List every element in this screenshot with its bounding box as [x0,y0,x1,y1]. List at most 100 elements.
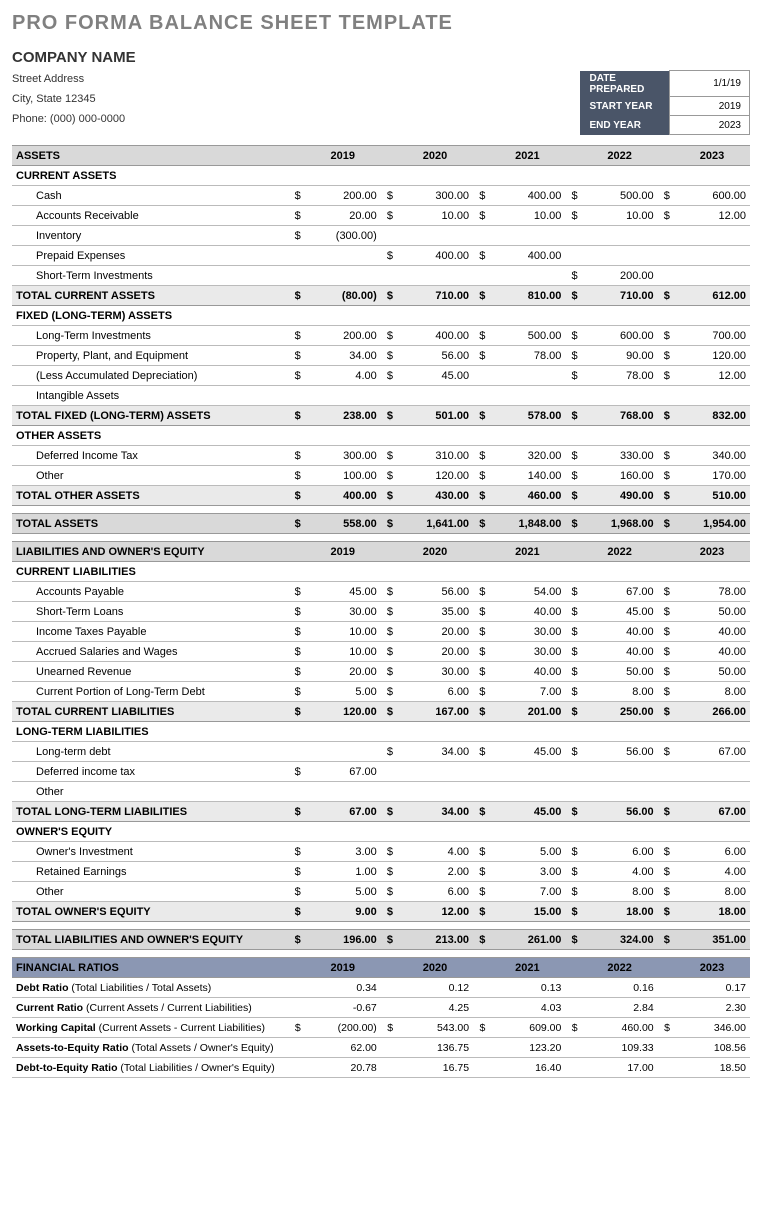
year-header: 2019 [305,146,381,166]
year-header: 2022 [582,542,658,562]
cell-value: 67.00 [674,742,750,762]
ratio-row: Debt Ratio (Total Liabilities / Total As… [12,978,750,998]
cell-value: (300.00) [305,226,381,246]
currency-symbol: $ [658,882,674,902]
currency-symbol: $ [381,246,397,266]
currency-symbol: $ [565,622,581,642]
currency-symbol: $ [565,882,581,902]
currency-symbol: $ [473,406,489,426]
cell-value: 54.00 [489,582,565,602]
cell-value: 310.00 [397,446,473,466]
currency-symbol: $ [658,366,674,386]
cell-value: 500.00 [582,186,658,206]
currency-symbol: $ [565,802,581,822]
cell-value: 40.00 [489,602,565,622]
currency-symbol [288,1058,304,1078]
cell-value: 324.00 [582,930,658,950]
currency-symbol [565,762,581,782]
cell-value: 578.00 [489,406,565,426]
ratio-value: 609.00 [489,1018,565,1038]
subsection-label: FIXED (LONG-TERM) ASSETS [12,306,750,326]
cell-value: 100.00 [305,466,381,486]
currency-symbol: $ [288,662,304,682]
cell-value: 56.00 [397,582,473,602]
cell-value: 400.00 [397,246,473,266]
ratio-value: 4.03 [489,998,565,1018]
currency-symbol: $ [473,930,489,950]
cell-value: 67.00 [305,762,381,782]
currency-symbol: $ [381,514,397,534]
current-liabilities-row: Accounts Payable$45.00$56.00$54.00$67.00… [12,582,750,602]
currency-symbol: $ [288,802,304,822]
long-term-liabilities-row: Deferred income tax$67.00 [12,762,750,782]
ratio-value: 0.13 [489,978,565,998]
currency-symbol: $ [565,842,581,862]
currency-symbol [473,226,489,246]
fixed-assets-header: FIXED (LONG-TERM) ASSETS [12,306,750,326]
other-assets-header: OTHER ASSETS [12,426,750,446]
currency-symbol [658,978,674,998]
cell-value: 2.00 [397,862,473,882]
other-assets-row: Deferred Income Tax$300.00$310.00$320.00… [12,446,750,466]
currency-symbol [658,1038,674,1058]
currency-symbol: $ [288,1018,304,1038]
cell-value: 10.00 [582,206,658,226]
currency-symbol: $ [473,486,489,506]
ratio-value: (200.00) [305,1018,381,1038]
cell-value: 430.00 [397,486,473,506]
date-prepared-label: DATE PREPARED [580,71,670,97]
currency-symbol: $ [565,1018,581,1038]
currency-symbol [565,978,581,998]
currency-symbol: $ [658,642,674,662]
row-label: TOTAL ASSETS [12,514,288,534]
cell-value: 490.00 [582,486,658,506]
cell-value: 196.00 [305,930,381,950]
currency-symbol: $ [473,802,489,822]
ratio-value: 109.33 [582,1038,658,1058]
currency-symbol: $ [658,702,674,722]
cell-value: 600.00 [674,186,750,206]
cell-value: 5.00 [305,882,381,902]
currency-symbol: $ [565,366,581,386]
cell-value: 160.00 [582,466,658,486]
cell-value: 34.00 [305,346,381,366]
ratio-value: 16.40 [489,1058,565,1078]
address-block: Street Address City, State 12345 Phone: … [12,70,125,129]
currency-symbol: $ [381,902,397,922]
ratio-value: 123.20 [489,1038,565,1058]
cell-value: 1,968.00 [582,514,658,534]
row-label: Deferred Income Tax [12,446,288,466]
currency-symbol: $ [381,446,397,466]
currency-symbol: $ [473,602,489,622]
cell-value: 266.00 [674,702,750,722]
currency-symbol: $ [658,582,674,602]
date-prepared-value: 1/1/19 [670,71,750,97]
year-header: 2021 [489,958,565,978]
currency-symbol: $ [473,682,489,702]
cell-value: 700.00 [674,326,750,346]
row-label: TOTAL OTHER ASSETS [12,486,288,506]
cell-value [582,246,658,266]
currency-symbol [288,782,304,802]
currency-symbol: $ [658,602,674,622]
currency-symbol: $ [288,406,304,426]
cell-value [489,266,565,286]
cell-value: 20.00 [397,642,473,662]
currency-symbol: $ [658,466,674,486]
cell-value [397,266,473,286]
currency-symbol: $ [658,1018,674,1038]
currency-symbol: $ [658,326,674,346]
currency-symbol: $ [381,802,397,822]
currency-symbol [565,386,581,406]
cell-value: 320.00 [489,446,565,466]
currency-symbol: $ [565,406,581,426]
currency-symbol: $ [473,702,489,722]
cell-value: 261.00 [489,930,565,950]
subsection-label: CURRENT ASSETS [12,166,750,186]
owners-equity-header: OWNER'S EQUITY [12,822,750,842]
currency-symbol: $ [288,862,304,882]
cell-value: 3.00 [305,842,381,862]
ratio-value: 543.00 [397,1018,473,1038]
cell-value: 4.00 [582,862,658,882]
cell-value: 12.00 [674,206,750,226]
